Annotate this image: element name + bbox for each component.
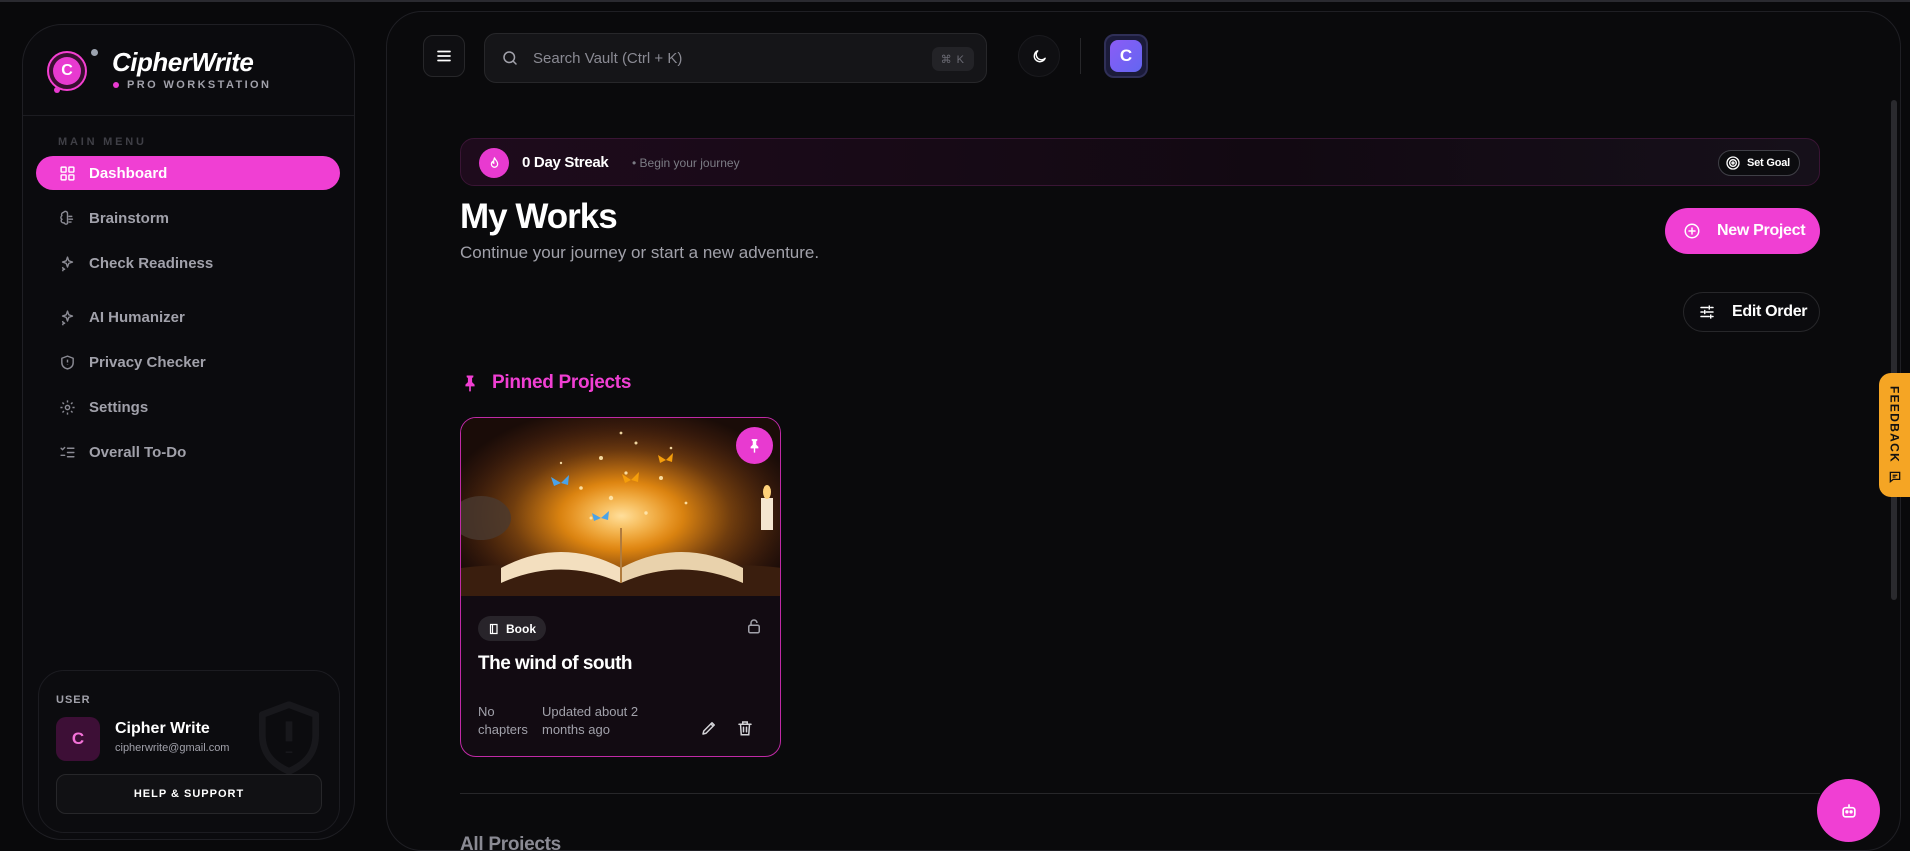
sidebar-item-privacy-checker[interactable]: Privacy Checker bbox=[36, 345, 340, 379]
project-card[interactable]: Book The wind of south No chapters Updat… bbox=[460, 417, 781, 757]
sidebar-item-settings[interactable]: Settings bbox=[36, 390, 340, 424]
brand-dot bbox=[54, 87, 60, 93]
sliders-icon bbox=[1700, 305, 1714, 319]
brand-logo[interactable]: C bbox=[47, 51, 87, 91]
search-placeholder: Search Vault (Ctrl + K) bbox=[533, 49, 683, 67]
pin-icon bbox=[465, 375, 475, 392]
all-projects-title: All Projects bbox=[460, 834, 561, 851]
pin-icon bbox=[750, 439, 759, 453]
message-icon bbox=[1889, 471, 1900, 483]
user-name: Cipher Write bbox=[115, 720, 210, 737]
streak-banner: 0 Day Streak • Begin your journey Set Go… bbox=[460, 138, 1820, 186]
sidebar: C CipherWrite PRO WORKSTATION MAIN MENU … bbox=[22, 24, 355, 840]
pin-toggle-button[interactable] bbox=[736, 427, 773, 464]
search-icon bbox=[503, 51, 517, 65]
set-goal-button[interactable]: Set Goal bbox=[1717, 150, 1800, 176]
project-type-badge: Book bbox=[478, 616, 546, 641]
edit-icon[interactable] bbox=[700, 719, 718, 737]
project-chapters: No chapters bbox=[478, 704, 528, 737]
target-icon bbox=[1726, 156, 1740, 170]
sidebar-item-label: Check Readiness bbox=[89, 254, 214, 272]
profile-avatar-button[interactable]: C bbox=[1104, 34, 1148, 78]
trash-icon[interactable] bbox=[736, 719, 754, 737]
search-shortcut: ⌘ K bbox=[931, 47, 974, 71]
brain-icon bbox=[60, 210, 74, 225]
section-divider bbox=[460, 793, 1820, 794]
new-project-button[interactable]: New Project bbox=[1665, 208, 1820, 254]
profile-avatar-letter: C bbox=[1110, 40, 1142, 72]
ai-assistant-button[interactable] bbox=[1817, 779, 1880, 842]
sidebar-item-label: Dashboard bbox=[89, 164, 168, 182]
gear-icon bbox=[60, 399, 75, 415]
help-support-button[interactable]: HELP & SUPPORT bbox=[56, 774, 322, 814]
checklist-icon bbox=[60, 446, 75, 457]
pinned-projects-heading: Pinned Projects bbox=[460, 372, 631, 394]
search-input[interactable]: Search Vault (Ctrl + K) ⌘ K bbox=[484, 33, 987, 83]
sparkle-icon bbox=[61, 309, 74, 326]
page-subtitle: Continue your journey or start a new adv… bbox=[460, 243, 820, 262]
user-label: USER bbox=[56, 694, 91, 706]
main-menu-label: MAIN MENU bbox=[58, 136, 147, 148]
brand-subtitle-dot bbox=[113, 82, 119, 88]
project-type-label: Book bbox=[506, 621, 536, 636]
menu-toggle-button[interactable] bbox=[423, 35, 465, 77]
sidebar-item-dashboard[interactable]: Dashboard bbox=[36, 156, 340, 190]
project-cover-image bbox=[461, 418, 780, 596]
edit-order-label: Edit Order bbox=[1732, 303, 1808, 320]
sparkle-icon bbox=[61, 255, 74, 272]
sidebar-item-label: Overall To-Do bbox=[89, 443, 187, 461]
grid-icon bbox=[60, 165, 75, 181]
brand-logo-letter: C bbox=[53, 57, 81, 85]
sidebar-item-label: Brainstorm bbox=[89, 209, 170, 227]
set-goal-label: Set Goal bbox=[1746, 157, 1790, 169]
sidebar-item-ai-humanizer[interactable]: AI Humanizer bbox=[36, 300, 340, 334]
project-title: The wind of south bbox=[478, 653, 633, 674]
edit-order-button[interactable]: Edit Order bbox=[1683, 292, 1820, 332]
shield-icon bbox=[61, 354, 74, 370]
theme-toggle-button[interactable] bbox=[1018, 35, 1060, 77]
user-card: USER C Cipher Write cipherwrite@gmail.co… bbox=[38, 670, 340, 833]
sidebar-item-label: Settings bbox=[89, 398, 149, 416]
sidebar-item-check-readiness[interactable]: Check Readiness bbox=[36, 246, 340, 280]
book-icon bbox=[489, 623, 498, 634]
sidebar-item-label: Privacy Checker bbox=[89, 353, 206, 371]
project-updated: Updated about 2 months ago bbox=[542, 704, 639, 737]
streak-title: 0 Day Streak bbox=[522, 154, 609, 171]
shield-watermark-icon bbox=[259, 701, 319, 775]
plus-circle-icon bbox=[1684, 223, 1700, 239]
main-panel: Search Vault (Ctrl + K) ⌘ K C 0 Day Stre… bbox=[386, 11, 1901, 851]
bot-icon bbox=[1841, 803, 1856, 818]
topbar-divider bbox=[1080, 38, 1081, 74]
window-top-border bbox=[0, 0, 1910, 2]
user-email: cipherwrite@gmail.com bbox=[115, 742, 230, 754]
brand-name: CipherWrite bbox=[112, 47, 254, 77]
sidebar-item-label: AI Humanizer bbox=[89, 308, 185, 326]
scrollbar[interactable] bbox=[1891, 100, 1897, 600]
sidebar-item-brainstorm[interactable]: Brainstorm bbox=[36, 201, 340, 235]
feedback-tab[interactable]: FEEDBACK bbox=[1879, 373, 1910, 497]
hamburger-icon bbox=[437, 50, 451, 62]
moon-icon bbox=[1033, 49, 1046, 62]
pinned-projects-title: Pinned Projects bbox=[492, 372, 632, 393]
lock-icon[interactable] bbox=[745, 617, 763, 635]
flame-icon bbox=[479, 148, 509, 178]
brand-subtitle: PRO WORKSTATION bbox=[127, 79, 272, 91]
page-title: My Works bbox=[460, 197, 618, 236]
avatar[interactable]: C bbox=[56, 717, 100, 761]
brand-dot bbox=[91, 49, 98, 56]
streak-subtitle: • Begin your journey bbox=[632, 156, 740, 170]
sidebar-item-overall-todo[interactable]: Overall To-Do bbox=[36, 435, 340, 469]
feedback-label: FEEDBACK bbox=[1887, 386, 1902, 464]
new-project-label: New Project bbox=[1717, 222, 1806, 239]
sidebar-divider bbox=[23, 115, 354, 116]
